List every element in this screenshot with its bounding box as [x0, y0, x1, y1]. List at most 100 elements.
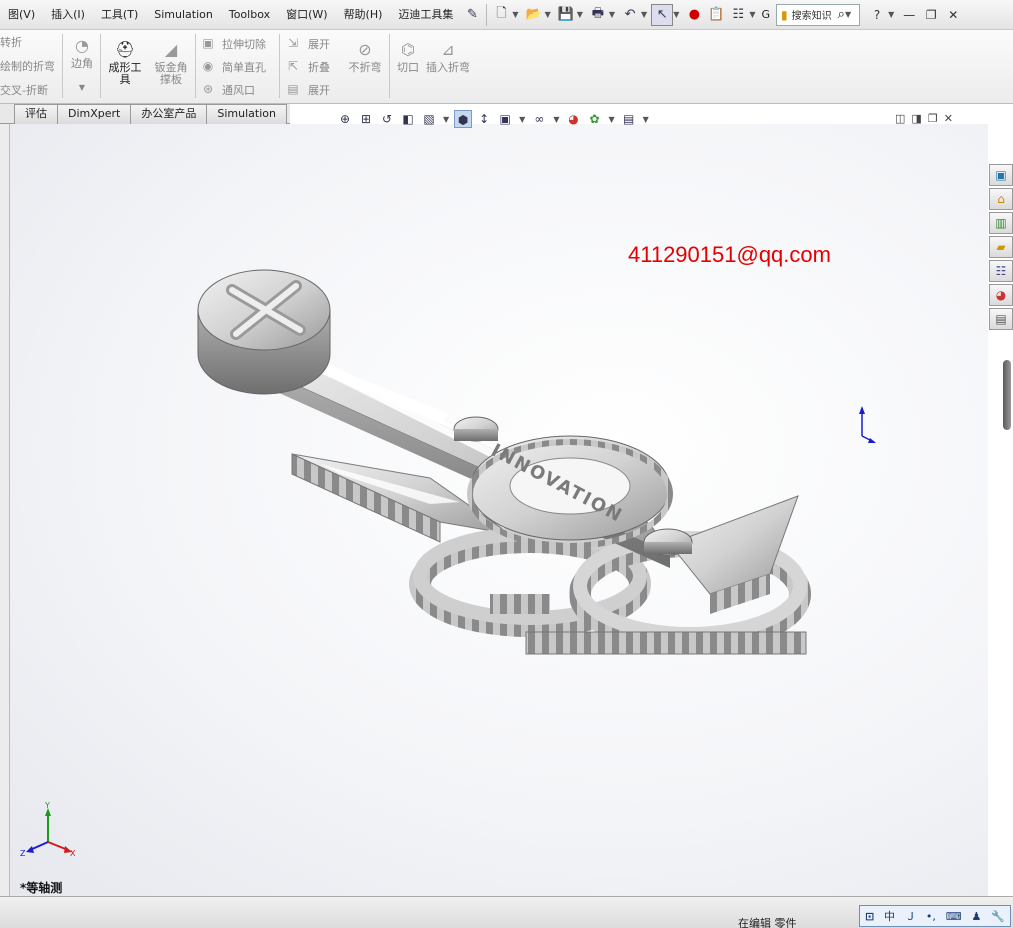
no-bends-button[interactable]: ⊘ 不折弯 [344, 40, 386, 74]
tab-overflow-left[interactable] [0, 104, 14, 123]
new-document-icon[interactable]: 🗋 [490, 4, 512, 26]
ime-chinese-mode[interactable]: 中 [884, 908, 895, 924]
view-palette-icon[interactable]: ☷ [989, 260, 1013, 282]
edge-flange-icon: ◔ [75, 36, 89, 55]
previous-view-icon[interactable]: ↺ [378, 110, 396, 128]
view-settings-icon[interactable]: ▤ [620, 110, 638, 128]
ribbon-jog[interactable]: 转折 [0, 34, 22, 50]
search-icon[interactable]: ⌕ [838, 7, 845, 22]
menu-window[interactable]: 窗口(W) [278, 0, 335, 30]
restore-icon[interactable]: ❐ [920, 8, 942, 22]
chevron-down-icon[interactable]: ▼ [609, 10, 615, 19]
file-properties-icon[interactable]: 📋 [705, 4, 727, 26]
design-library-icon[interactable]: ▥ [989, 212, 1013, 234]
undo-icon[interactable]: ↶ [619, 4, 641, 26]
g-button[interactable]: G [760, 0, 773, 30]
orientation-triad: Y X Z [20, 801, 76, 858]
extrude-cut-button[interactable]: 拉伸切除 [222, 36, 266, 52]
search-knowledge-box[interactable]: ▮ 搜索知识 ⌕ ▼ [776, 3, 861, 26]
ime-punctuation-toggle[interactable]: •, [926, 910, 936, 923]
forming-tool-button[interactable]: ⛑ 成形工具 [104, 40, 146, 86]
chevron-down-icon[interactable]: ▼ [577, 10, 583, 19]
insert-bends-label: 插入折弯 [426, 61, 470, 74]
hide-show-icon[interactable]: ↕ [475, 110, 493, 128]
ime-logo-icon[interactable]: ⊡ [865, 910, 874, 923]
rip-button[interactable]: ⌬ 切口 [392, 40, 424, 74]
chevron-down-icon[interactable]: ▼ [66, 82, 98, 94]
menu-help[interactable]: 帮助(H) [336, 0, 391, 30]
part-model[interactable]: INNOVATION Y X Z [10, 124, 988, 896]
gusset-label: 钣金角撑板 [154, 61, 188, 86]
minimize-icon[interactable]: — [898, 8, 920, 22]
ribbon-cross-break[interactable]: 交叉-折断 [0, 82, 48, 98]
menu-simulation[interactable]: Simulation [146, 0, 221, 30]
tab-office-products[interactable]: 办公室产品 [130, 104, 208, 124]
zoom-to-area-icon[interactable]: ⊞ [357, 110, 375, 128]
menu-tools[interactable]: 工具(T) [93, 0, 146, 30]
task-pane-slider[interactable] [1003, 360, 1011, 430]
chevron-down-icon[interactable]: ▼ [673, 10, 679, 19]
chevron-down-icon[interactable]: ▼ [545, 10, 551, 19]
chevron-down-icon[interactable]: ▼ [512, 10, 518, 19]
select-pointer-icon[interactable]: ↖ [651, 3, 674, 26]
ime-keyboard-icon[interactable]: ⌨ [946, 910, 962, 923]
file-explorer-icon[interactable]: ▰ [989, 236, 1013, 258]
zoom-to-fit-icon[interactable]: ⊕ [336, 110, 354, 128]
ribbon-sketched-bend[interactable]: 绘制的折弯 [0, 58, 55, 74]
split-horizontal-icon[interactable]: ◨ [911, 112, 921, 125]
section-view-icon[interactable]: ◧ [399, 110, 417, 128]
close-icon[interactable]: ✕ [944, 112, 953, 125]
menu-view[interactable]: 图(V) [0, 0, 43, 30]
pin-icon[interactable]: ✎ [461, 4, 483, 26]
ime-user-icon[interactable]: ♟ [972, 910, 982, 923]
solidworks-resources-icon[interactable]: ▣ [989, 164, 1013, 186]
chevron-down-icon[interactable]: ▼ [888, 10, 894, 19]
appearance-icon[interactable]: ◕ [564, 110, 582, 128]
menu-toolbox[interactable]: Toolbox [221, 0, 278, 30]
close-icon[interactable]: ✕ [942, 8, 964, 22]
view-orientation-icon[interactable]: ▧ [420, 110, 438, 128]
simple-hole-button[interactable]: 简单直孔 [222, 59, 266, 75]
traffic-light-icon[interactable]: ● [683, 4, 705, 26]
ime-fullwidth-toggle[interactable]: Ｊ [905, 908, 916, 924]
ime-settings-icon[interactable]: 🔧 [991, 910, 1005, 923]
appearances-scenes-icon[interactable]: ◕ [989, 284, 1013, 306]
edge-flange-button[interactable]: ◔ 边角 ▼ [66, 36, 98, 94]
chevron-down-icon[interactable]: ▼ [519, 115, 525, 124]
chevron-down-icon[interactable]: ▼ [608, 115, 614, 124]
chevron-down-icon[interactable]: ▼ [443, 115, 449, 124]
tab-evaluate[interactable]: 评估 [14, 104, 58, 124]
no-bends-label: 不折弯 [348, 61, 382, 74]
menu-insert[interactable]: 插入(I) [43, 0, 93, 30]
feature-manager-collapsed[interactable] [0, 104, 10, 896]
vent-button[interactable]: 通风口 [222, 82, 255, 98]
chevron-down-icon[interactable]: ▼ [553, 115, 559, 124]
options-icon[interactable]: ☷ [727, 4, 749, 26]
tab-simulation[interactable]: Simulation [206, 104, 287, 124]
save-icon[interactable]: 💾 [555, 4, 577, 26]
help-icon[interactable]: ? [866, 8, 888, 22]
print-icon[interactable]: 🖶 [587, 4, 609, 26]
chevron-down-icon[interactable]: ▼ [845, 10, 851, 19]
display-style-icon[interactable]: ⬢ [454, 110, 473, 128]
home-icon[interactable]: ⌂ [989, 188, 1013, 210]
insert-bends-button[interactable]: ⊿ 插入折弯 [426, 40, 470, 74]
edit-appearance-cube-icon[interactable]: ▣ [496, 110, 514, 128]
fold-button[interactable]: 折叠 [308, 59, 330, 75]
menu-maidi-tools[interactable]: 迈迪工具集 [390, 0, 461, 30]
search-knowledge-label: 搜索知识 [791, 11, 832, 22]
gusset-button[interactable]: ◢ 钣金角撑板 [150, 40, 192, 86]
chevron-down-icon[interactable]: ▼ [641, 10, 647, 19]
restore-icon[interactable]: ❐ [928, 112, 938, 125]
unfold-button[interactable]: 展开 [308, 36, 330, 52]
chevron-down-icon[interactable]: ▼ [643, 115, 649, 124]
open-folder-icon[interactable]: 📂 [523, 4, 545, 26]
split-vertical-icon[interactable]: ◫ [895, 112, 905, 125]
chevron-down-icon[interactable]: ▼ [749, 10, 755, 19]
scene-icon[interactable]: ✿ [585, 110, 603, 128]
tab-dimxpert[interactable]: DimXpert [57, 104, 132, 124]
hide-show-items-icon[interactable]: ∞ [530, 110, 548, 128]
custom-properties-icon[interactable]: ▤ [989, 308, 1013, 330]
flatten-button[interactable]: 展开 [308, 82, 330, 98]
graphics-area[interactable]: INNOVATION Y X Z [10, 124, 988, 896]
